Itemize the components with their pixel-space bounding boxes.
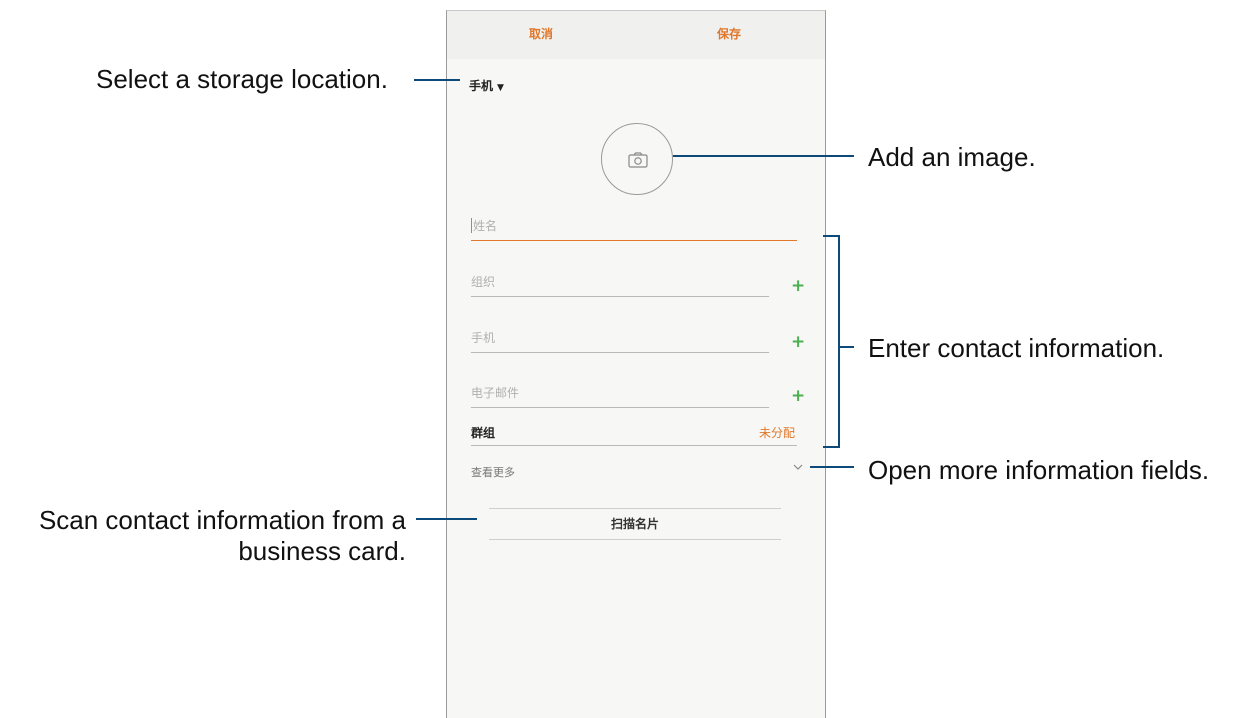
save-button[interactable]: 保存: [717, 25, 741, 42]
email-field[interactable]: 电子邮件: [471, 384, 769, 408]
callout-add-image: Add an image.: [868, 142, 1036, 172]
add-image-button[interactable]: [601, 123, 673, 195]
callout-scan-line-2: business card.: [238, 536, 406, 566]
view-more-label: 查看更多: [471, 466, 515, 479]
name-field[interactable]: 姓名: [471, 217, 797, 241]
organization-field[interactable]: 组织: [471, 273, 769, 297]
scan-business-card-button[interactable]: 扫描名片: [489, 508, 781, 540]
callout-scan-line-1: Scan contact information from a: [38, 505, 406, 535]
chevron-down-icon: [793, 464, 803, 470]
add-phone-button[interactable]: +: [791, 334, 805, 351]
contact-editor-screen: 取消 保存 手机 ▼ 姓名 组织 + 手机 + 电子邮件 + 群组 未分配 查看…: [446, 10, 826, 718]
callout-line-more: [810, 466, 854, 468]
figure: 取消 保存 手机 ▼ 姓名 组织 + 手机 + 电子邮件 + 群组 未分配 查看…: [0, 0, 1249, 718]
callout-line-scan: [416, 518, 477, 520]
group-value: 未分配: [758, 426, 795, 440]
cancel-button[interactable]: 取消: [529, 25, 553, 42]
add-email-button[interactable]: +: [791, 388, 805, 405]
callout-line-image: [673, 155, 854, 157]
callout-more-fields: Open more information fields.: [868, 455, 1210, 485]
name-placeholder: 姓名: [473, 219, 498, 233]
text-cursor: [471, 218, 472, 233]
group-label: 群组: [471, 426, 496, 440]
camera-icon: [628, 152, 648, 168]
dropdown-caret-icon: ▼: [497, 83, 504, 93]
mobile-field[interactable]: 手机: [471, 329, 769, 353]
group-selector[interactable]: 群组 未分配: [471, 415, 797, 446]
view-more-button[interactable]: 查看更多: [471, 457, 805, 481]
callout-bracket-contact-bottom: [823, 446, 840, 448]
storage-location-dropdown[interactable]: 手机 ▼: [469, 77, 504, 94]
add-organization-button[interactable]: +: [791, 278, 805, 295]
callout-enter-contact: Enter contact information.: [868, 333, 1165, 363]
callout-line-storage: [414, 79, 460, 81]
mobile-placeholder: 手机: [471, 331, 496, 345]
storage-location-label: 手机: [469, 79, 494, 93]
organization-placeholder: 组织: [471, 275, 496, 289]
callout-storage-location: Select a storage location.: [96, 64, 388, 94]
callout-bracket-contact-vertical: [838, 235, 840, 448]
callout-line-contact: [840, 346, 854, 348]
action-bar: 取消 保存: [447, 11, 825, 59]
callout-scan-card: Scan contact information from a business…: [0, 505, 406, 567]
email-placeholder: 电子邮件: [471, 386, 520, 400]
